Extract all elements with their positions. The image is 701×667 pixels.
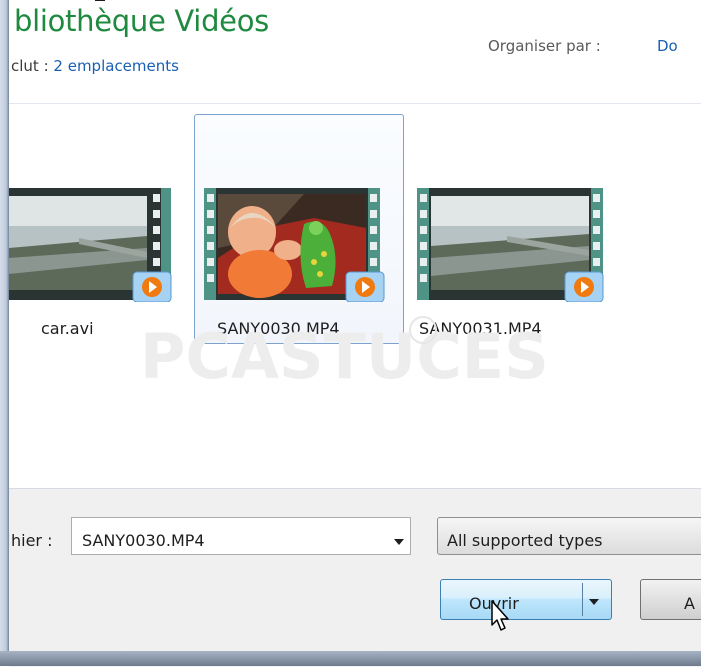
filename-label: hier : <box>11 531 53 550</box>
video-thumbnail-icon <box>9 188 172 302</box>
filename-value[interactable]: SANY0030.MP4 <box>82 531 205 550</box>
mouse-pointer-icon <box>491 600 509 631</box>
dialog-footer <box>9 488 701 667</box>
locations-link[interactable]: 2 emplacements <box>53 57 179 75</box>
includes-label: clut : <box>11 57 49 75</box>
window-left-edge <box>0 0 9 666</box>
library-title: bliothèque Vidéos <box>14 4 269 38</box>
split-button-divider <box>582 583 583 616</box>
chevron-down-icon[interactable] <box>394 539 404 545</box>
filetype-value[interactable]: All supported types <box>447 531 603 550</box>
file-name: car.avi <box>41 319 94 338</box>
window-bottom-edge <box>0 651 701 666</box>
cancel-button-label[interactable]: A <box>684 594 695 613</box>
arrange-by-label: Organiser par : <box>488 37 601 55</box>
arrange-by-dropdown[interactable]: Do <box>657 37 678 55</box>
library-includes: clut : 2 emplacements <box>11 57 179 75</box>
pcastuces-watermark: PCASTUCES <box>140 316 549 393</box>
video-thumbnail-icon <box>204 188 385 302</box>
open-menu-chevron-icon[interactable] <box>589 599 599 605</box>
open-button[interactable] <box>440 579 612 620</box>
watermark-text: PCASTUCES <box>140 320 549 393</box>
video-thumbnail-icon <box>417 188 604 302</box>
header-divider <box>9 103 701 104</box>
